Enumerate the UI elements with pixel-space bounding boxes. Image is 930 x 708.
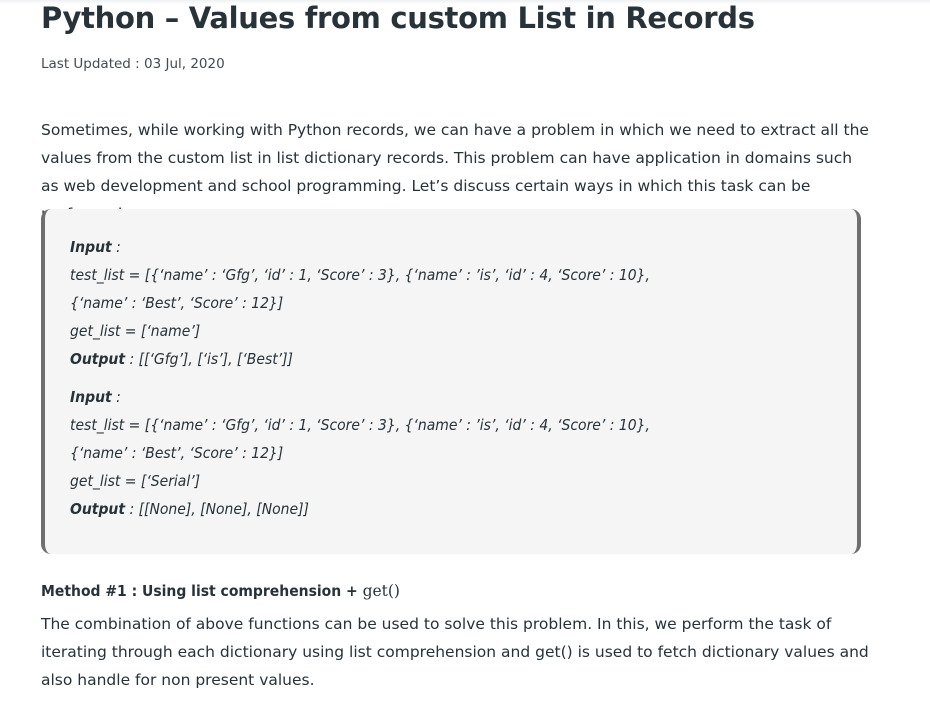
output-label: Output (70, 350, 126, 368)
method-1-heading-code: get() (362, 582, 400, 600)
test-list-line-continued: {‘name’ : ‘Best’, ‘Score’ : 12}] (70, 294, 284, 312)
input-line: Input : (70, 383, 850, 411)
example-2: Input : test_list = [{‘name’ : ‘Gfg’, ‘i… (70, 383, 850, 523)
method-1-description: The combination of above functions can b… (41, 615, 869, 689)
test-list-line: test_list = [{‘name’ : ‘Gfg’, ‘id’ : 1, … (70, 266, 650, 284)
example-1: Input : test_list = [{‘name’ : ‘Gfg’, ‘i… (70, 233, 850, 373)
output-line: Output : [[‘Gfg’], [‘is’], [‘Best’]] (70, 345, 850, 373)
test-list-line: test_list = [{‘name’ : ‘Gfg’, ‘id’ : 1, … (70, 416, 650, 434)
get-list-line: get_list = [‘Serial’] (70, 472, 201, 490)
output-line: Output : [[None], [None], [None]] (70, 495, 850, 523)
input-separator: : (111, 388, 121, 406)
method-1-heading: Method #1 : Using list comprehension + g… (41, 582, 400, 600)
article-title: Python – Values from custom List in Reco… (41, 1, 755, 35)
test-list-line-continued: {‘name’ : ‘Best’, ‘Score’ : 12}] (70, 444, 284, 462)
output-label: Output (70, 500, 126, 518)
method-1-heading-text: Method #1 : Using list comprehension + (41, 582, 363, 600)
input-line: Input : (70, 233, 850, 261)
get-list-line: get_list = [‘name’] (70, 322, 201, 340)
input-label: Input (70, 388, 112, 406)
output-value: : [[‘Gfg’], [‘is’], [‘Best’]] (125, 350, 293, 368)
input-separator: : (111, 238, 121, 256)
output-value: : [[None], [None], [None]] (125, 500, 309, 518)
last-updated: Last Updated : 03 Jul, 2020 (41, 56, 225, 72)
example-blockquote: Input : test_list = [{‘name’ : ‘Gfg’, ‘i… (41, 209, 861, 554)
input-label: Input (70, 238, 112, 256)
